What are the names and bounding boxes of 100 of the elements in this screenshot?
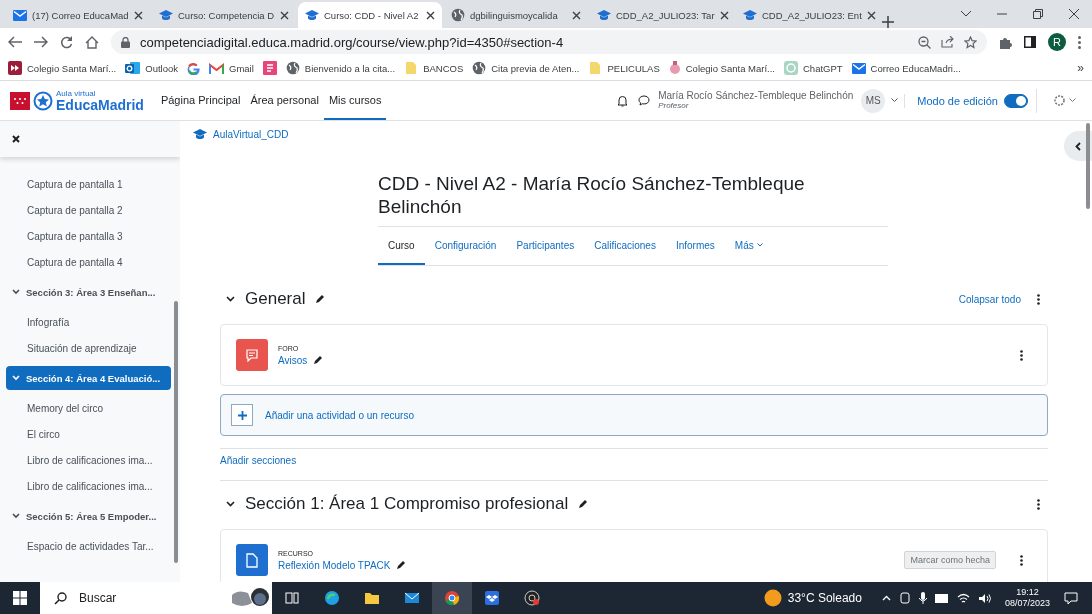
course-index-section[interactable]: Sección 3: Área 3 Enseñan...	[6, 280, 171, 304]
weather-text[interactable]: 33°C Soleado	[787, 591, 862, 605]
activity-link[interactable]: Avisos	[278, 354, 308, 366]
close-icon[interactable]	[134, 10, 143, 20]
chrome-icon[interactable]	[444, 590, 460, 606]
course-tab[interactable]: Informes	[665, 227, 725, 265]
course-index-item[interactable]: Infografía	[0, 309, 180, 335]
bell-icon[interactable]	[617, 94, 629, 107]
more-bookmarks-button[interactable]: »	[1077, 61, 1084, 75]
side-panel-icon[interactable]	[1024, 36, 1036, 48]
close-icon[interactable]	[426, 10, 435, 20]
pencil-icon[interactable]	[578, 499, 589, 509]
bookmark[interactable]: ChatGPT	[784, 61, 843, 75]
task-view-icon[interactable]	[284, 590, 300, 606]
bookmark[interactable]: Correo EducaMadri...	[851, 62, 961, 74]
taskbar-search-field[interactable]: Buscar	[40, 582, 272, 614]
more-actions-icon[interactable]	[1020, 349, 1023, 361]
pencil-icon[interactable]	[315, 294, 326, 304]
chevron-down-icon[interactable]	[961, 11, 971, 17]
profile-avatar[interactable]: R	[1048, 33, 1066, 51]
browser-tab[interactable]: Curso: CDD - Nivel A2	[298, 2, 442, 28]
course-index-item[interactable]: Captura de pantalla 1	[0, 171, 180, 197]
chat-bubble-icon[interactable]	[638, 95, 651, 106]
nav-link[interactable]: Página Principal	[155, 81, 246, 120]
scrollbar-thumb[interactable]	[1086, 123, 1090, 209]
course-index-item[interactable]: Libro de calificaciones ima...	[0, 473, 180, 499]
bookmark[interactable]: PELICULAS	[588, 61, 660, 75]
breadcrumb-link[interactable]: AulaVirtual_CDD	[213, 128, 289, 140]
chevron-down-icon[interactable]	[12, 513, 20, 519]
scrollbar-thumb[interactable]	[174, 301, 178, 563]
bookmark[interactable]: Cita previa de Aten...	[472, 61, 580, 75]
course-index-item[interactable]: Libro de calificaciones ima...	[0, 447, 180, 473]
new-tab-icon[interactable]	[882, 16, 894, 28]
windows-logo-icon[interactable]	[13, 591, 27, 605]
bookmark[interactable]: Gmail	[209, 62, 254, 74]
wifi-icon[interactable]	[956, 592, 970, 604]
bookmark[interactable]	[262, 61, 277, 75]
user-avatar[interactable]: MS	[861, 88, 886, 113]
home-icon[interactable]	[85, 35, 99, 49]
course-tab[interactable]: Participantes	[506, 227, 585, 265]
course-index-item[interactable]: Captura de pantalla 2	[0, 197, 180, 223]
bookmark[interactable]: Bienvenido a la cita...	[285, 61, 396, 75]
more-menu-icon[interactable]	[1078, 35, 1081, 49]
browser-tab[interactable]: CDD_A2_JULIO23: Ent	[736, 2, 880, 28]
course-index-item[interactable]: Memory del circo	[0, 395, 180, 421]
nav-link[interactable]: Área personal	[245, 81, 324, 120]
envelope-icon[interactable]	[404, 590, 420, 606]
bookmark[interactable]: Colegio Santa Marí...	[8, 61, 117, 75]
activity-link[interactable]: Reflexión Modelo TPACK	[278, 559, 391, 571]
close-icon[interactable]	[280, 10, 289, 20]
star-icon[interactable]	[964, 35, 977, 49]
add-sections-link[interactable]: Añadir secciones	[220, 455, 297, 466]
notification-icon[interactable]	[1064, 591, 1078, 605]
bookmark[interactable]: Outlook	[125, 61, 178, 75]
meet-icon[interactable]	[898, 592, 911, 604]
chevron-left-icon[interactable]	[1075, 141, 1081, 151]
browser-tab[interactable]: (17) Correo EducaMad	[6, 2, 150, 28]
course-index-item[interactable]: Captura de pantalla 3	[0, 223, 180, 249]
close-icon[interactable]	[719, 10, 729, 20]
chevron-up-icon[interactable]	[881, 595, 891, 601]
folder-icon[interactable]	[364, 590, 380, 606]
bookmark[interactable]: BANCOS	[404, 61, 464, 75]
course-index-section[interactable]: Sección 4: Área 4 Evaluació...	[6, 366, 171, 390]
reload-icon[interactable]	[60, 35, 73, 49]
course-index-section[interactable]: Sección 5: Área 5 Empoder...	[6, 504, 171, 528]
edge-browser-icon[interactable]	[324, 590, 340, 606]
dropbox-icon[interactable]	[484, 590, 500, 606]
course-index-item[interactable]: Espacio de actividades Tar...	[0, 533, 180, 559]
mark-done-button[interactable]: Marcar como hecha	[904, 551, 996, 569]
close-icon[interactable]	[572, 10, 581, 20]
add-activity-button[interactable]: Añadir una actividad o un recurso	[220, 394, 1048, 436]
browser-tab[interactable]: dgbilinguismoycalida	[444, 2, 588, 28]
address-bar[interactable]: competenciadigital.educa.madrid.org/course/view.php?id=4350#section-4	[111, 30, 987, 54]
course-tab[interactable]: Más	[724, 227, 773, 265]
more-actions-icon[interactable]	[1037, 293, 1040, 305]
more-actions-icon[interactable]	[1020, 554, 1023, 566]
speaker-icon[interactable]	[977, 592, 991, 604]
edit-mode-toggle[interactable]	[1004, 93, 1028, 108]
back-arrow-icon[interactable]	[8, 36, 22, 48]
course-index-item[interactable]: El circo	[0, 421, 180, 447]
course-tab[interactable]: Configuración	[424, 227, 507, 265]
pencil-icon[interactable]	[396, 560, 407, 570]
puzzle-piece-icon[interactable]	[999, 35, 1012, 49]
browser-tab[interactable]: CDD_A2_JULIO23: Tar	[590, 2, 734, 28]
battery-icon[interactable]	[934, 593, 949, 603]
course-index-item[interactable]: Captura de pantalla 4	[0, 249, 180, 275]
gear-icon[interactable]	[1053, 94, 1066, 107]
share-icon[interactable]	[941, 36, 954, 48]
close-icon[interactable]	[866, 10, 876, 20]
course-tab[interactable]: Curso	[378, 227, 425, 265]
bookmark[interactable]: Colegio Santa Marí...	[668, 61, 775, 75]
restore-icon[interactable]	[1033, 9, 1043, 19]
browser-tab[interactable]: Curso: Competencia D	[152, 2, 296, 28]
camera-aperture-icon[interactable]	[524, 590, 540, 606]
more-actions-icon[interactable]	[1037, 498, 1040, 510]
chevron-down-icon[interactable]	[226, 296, 235, 302]
microphone-icon[interactable]	[918, 592, 927, 604]
collapse-all-link[interactable]: Colapsar todo	[958, 293, 1021, 305]
forward-arrow-icon[interactable]	[34, 36, 48, 48]
chevron-down-icon[interactable]	[891, 98, 899, 103]
